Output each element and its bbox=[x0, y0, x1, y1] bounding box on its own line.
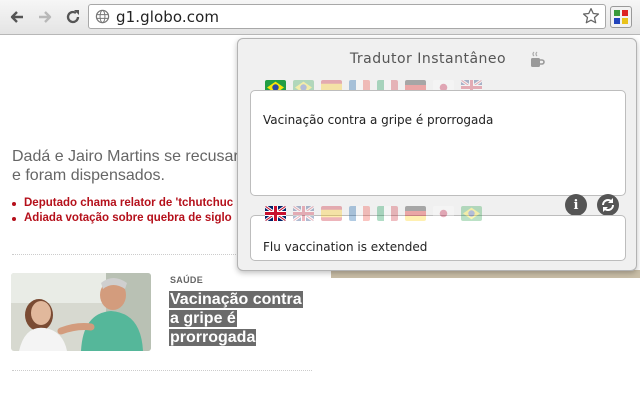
browser-toolbar: g1.globo.com bbox=[0, 0, 640, 35]
related-link-text[interactable]: Adiada votação sobre quebra de siglo bbox=[24, 211, 232, 226]
target-language-flags bbox=[265, 206, 482, 221]
translator-popup: Tradutor Instantâneo Vacinação contra a … bbox=[237, 38, 637, 271]
coffee-cup-icon[interactable] bbox=[529, 51, 545, 74]
related-link[interactable]: Adiada votação sobre quebra de siglo bbox=[12, 211, 233, 226]
address-bar[interactable]: g1.globo.com bbox=[88, 4, 606, 29]
forward-arrow-icon[interactable] bbox=[34, 6, 56, 28]
germany-flag-icon[interactable] bbox=[405, 206, 426, 221]
info-icon: i bbox=[573, 197, 579, 213]
lead-line: Dadá e Jairo Martins se recusara bbox=[12, 148, 248, 165]
info-button[interactable]: i bbox=[565, 194, 587, 216]
url-text[interactable]: g1.globo.com bbox=[116, 8, 219, 26]
bullet-icon bbox=[12, 201, 16, 206]
related-link-text[interactable]: Deputado chama relator de 'tchutchuc bbox=[24, 196, 233, 211]
source-text[interactable]: Vacinação contra a gripe é prorrogada bbox=[263, 113, 493, 127]
lead-text: Dadá e Jairo Martins se recusara e foram… bbox=[12, 147, 252, 185]
story-headline-text[interactable]: Vacinação contra a gripe é prorrogada bbox=[169, 291, 303, 346]
translator-extension-icon[interactable] bbox=[610, 6, 632, 28]
story-photo[interactable] bbox=[11, 273, 151, 351]
france-flag-icon[interactable] bbox=[349, 206, 370, 221]
uk-flag-icon[interactable] bbox=[293, 206, 314, 221]
story-headline[interactable]: Vacinação contra a gripe é prorrogada bbox=[169, 290, 311, 347]
globe-icon bbox=[95, 9, 110, 29]
bookmark-star-icon[interactable] bbox=[582, 7, 600, 30]
swap-languages-button[interactable] bbox=[597, 194, 619, 216]
spain-flag-icon[interactable] bbox=[321, 206, 342, 221]
related-link[interactable]: Deputado chama relator de 'tchutchuc bbox=[12, 196, 233, 211]
refresh-icon bbox=[602, 198, 614, 212]
popup-title: Tradutor Instantâneo bbox=[349, 51, 507, 67]
japan-flag-icon[interactable] bbox=[433, 206, 454, 221]
feature-photo[interactable] bbox=[331, 270, 640, 278]
italy-flag-icon[interactable] bbox=[377, 206, 398, 221]
reload-icon[interactable] bbox=[62, 6, 84, 28]
lead-line: e foram dispensados. bbox=[12, 167, 165, 184]
translation-text-area[interactable]: Flu vaccination is extended bbox=[250, 215, 626, 261]
divider bbox=[12, 370, 312, 371]
translated-text[interactable]: Flu vaccination is extended bbox=[263, 240, 427, 254]
related-links: Deputado chama relator de 'tchutchuc Adi… bbox=[12, 196, 233, 226]
story-section-label: SAÚDE bbox=[170, 275, 204, 285]
back-arrow-icon[interactable] bbox=[6, 6, 28, 28]
bullet-icon bbox=[12, 216, 16, 221]
brazil-flag-icon[interactable] bbox=[461, 206, 482, 221]
uk-flag-icon[interactable] bbox=[265, 206, 286, 221]
source-text-area[interactable]: Vacinação contra a gripe é prorrogada bbox=[250, 90, 626, 196]
